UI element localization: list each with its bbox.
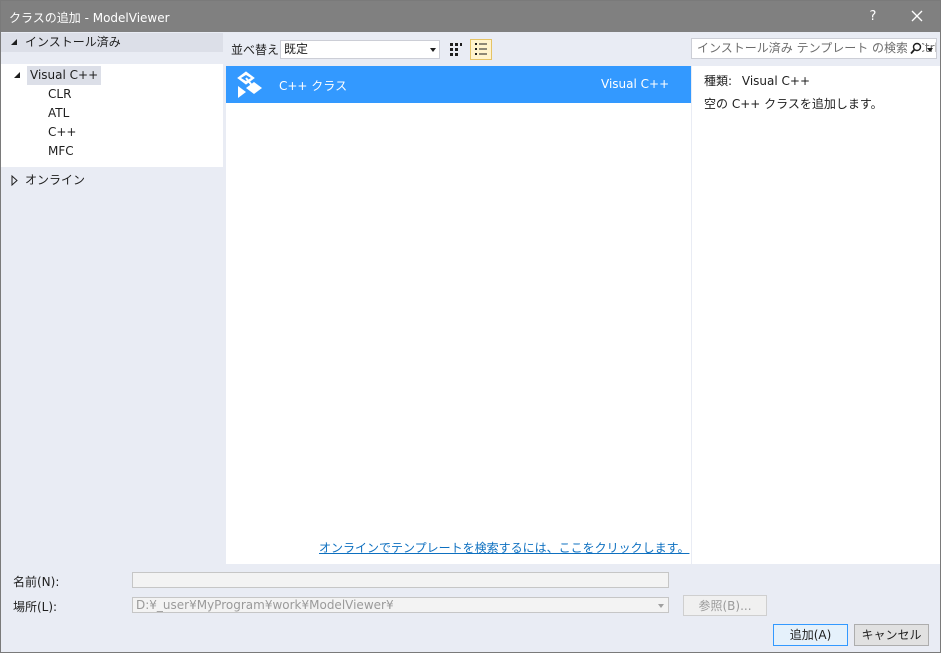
template-name: C++ クラス	[279, 79, 348, 93]
list-view-icon	[475, 43, 487, 55]
browse-button[interactable]: 参照(B)...	[683, 595, 767, 616]
search-icon	[907, 42, 922, 58]
tree-label-visual-cpp: Visual C++	[27, 66, 102, 85]
tree-label-online: オンライン	[25, 173, 86, 187]
template-list	[226, 66, 691, 564]
close-icon	[911, 10, 923, 22]
sort-value: 既定	[284, 42, 309, 56]
online-search-link[interactable]: オンラインでテンプレートを検索するには、ここをクリックします。	[319, 539, 689, 556]
location-field[interactable]: D:¥_user¥MyProgram¥work¥ModelViewer¥	[132, 597, 669, 613]
grid-view-icon	[450, 43, 462, 56]
tree-item-online[interactable]: オンライン	[1, 171, 223, 190]
cpp-class-icon	[234, 70, 266, 103]
type-value: Visual C++	[741, 74, 811, 88]
add-button[interactable]: 追加(A)	[773, 624, 848, 646]
type-row: 種類: Visual C++	[704, 72, 810, 89]
sort-dropdown[interactable]: 既定	[280, 40, 440, 59]
name-field[interactable]	[132, 572, 669, 588]
expanded-arrow-icon	[11, 39, 17, 45]
help-button[interactable]: ?	[859, 3, 887, 30]
details-pane: 種類: Visual C++ 空の C++ クラスを追加します。	[692, 66, 940, 564]
tree-item-cpp[interactable]: C++	[48, 123, 77, 142]
tree-item-visual-cpp[interactable]: Visual C++	[11, 66, 223, 85]
collapsed-arrow-icon	[11, 174, 18, 187]
chevron-down-icon	[430, 48, 436, 52]
details-view-button[interactable]	[470, 39, 492, 60]
title-bar: クラスの追加 - ModelViewer ?	[1, 1, 940, 32]
tree-item-atl[interactable]: ATL	[48, 104, 69, 123]
add-class-dialog: クラスの追加 - ModelViewer ? インストール済み Visual C…	[0, 0, 941, 653]
close-button[interactable]	[901, 3, 933, 30]
type-label: 種類:	[704, 74, 733, 88]
name-label: 名前(N):	[13, 575, 60, 589]
template-description: 空の C++ クラスを追加します。	[704, 97, 883, 111]
window-title: クラスの追加 - ModelViewer	[9, 11, 170, 25]
tree-item-installed[interactable]: インストール済み	[1, 33, 223, 52]
search-placeholder: インストール済み テンプレート の検索 (Ctrl+E)	[697, 41, 937, 55]
tree-item-mfc[interactable]: MFC	[48, 142, 74, 161]
tree-item-clr[interactable]: CLR	[48, 85, 71, 104]
template-language: Visual C++	[601, 77, 670, 91]
sort-label: 並べ替え:	[231, 43, 284, 57]
chevron-down-icon	[658, 604, 664, 608]
location-value: D:¥_user¥MyProgram¥work¥ModelViewer¥	[136, 598, 394, 612]
template-search-input[interactable]: インストール済み テンプレート の検索 (Ctrl+E)	[691, 38, 937, 59]
tree-label-installed: インストール済み	[25, 35, 121, 49]
expanded-arrow-icon	[14, 72, 20, 78]
template-item-cpp-class[interactable]: C++ クラス Visual C++	[226, 66, 691, 103]
cancel-button[interactable]: キャンセル	[854, 624, 929, 646]
chevron-down-icon	[927, 48, 933, 52]
location-label: 場所(L):	[13, 600, 58, 614]
medium-icons-view-button[interactable]	[445, 39, 467, 60]
